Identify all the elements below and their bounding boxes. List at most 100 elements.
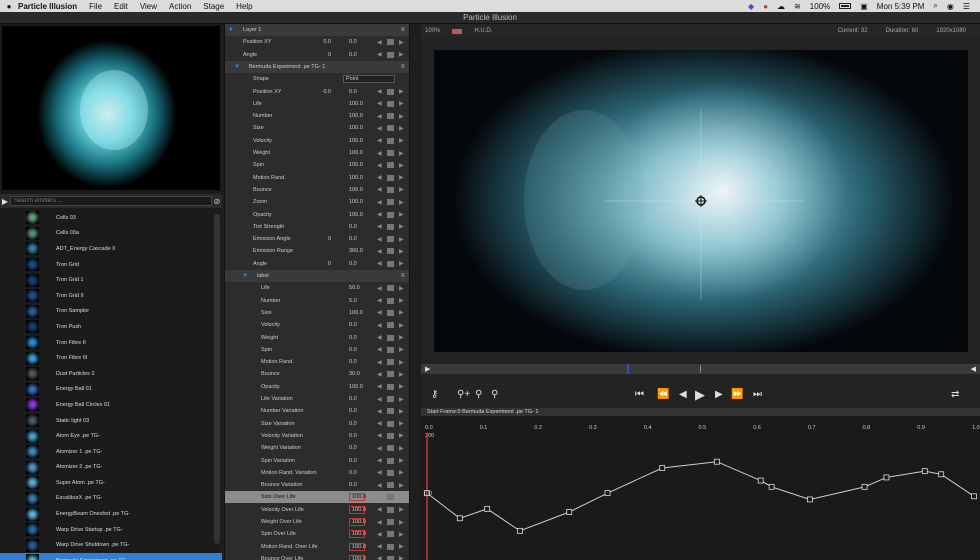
keyframe-button[interactable] xyxy=(387,236,394,243)
keyframe-button[interactable] xyxy=(387,346,394,353)
shield-icon[interactable]: ◆ xyxy=(748,2,754,11)
property-value[interactable]: 0.0 xyxy=(349,470,365,476)
graph-keyframe[interactable] xyxy=(714,458,720,465)
property-row[interactable]: Bounce Over Life 100.0 ◀ ▶ xyxy=(225,553,409,560)
keyframe-next-icon[interactable]: ▶ xyxy=(399,334,404,341)
property-value-1[interactable]: 0.0 xyxy=(315,39,331,45)
property-row[interactable]: Position XY 0.0 0.0 ◀ ▶ xyxy=(225,36,409,48)
property-value[interactable]: 50.0 xyxy=(349,285,365,291)
keyframe-next-icon[interactable]: ▶ xyxy=(399,51,404,58)
property-row[interactable]: Weight Over Life 100.0 ◀ ▶ xyxy=(225,516,409,528)
keyframe-next-icon[interactable]: ▶ xyxy=(399,457,404,464)
keyframe-button[interactable] xyxy=(387,285,394,292)
keyframe-button[interactable] xyxy=(387,39,394,46)
property-row[interactable]: Tint Strength 0.0 ◀ ▶ xyxy=(225,221,409,233)
library-item[interactable]: Static light 03 xyxy=(0,413,222,429)
cloud-icon[interactable]: ☁ xyxy=(777,2,785,11)
property-value[interactable]: 0.0 xyxy=(349,335,365,341)
property-row[interactable]: Emission Angle 0 0.0 ◀ ▶ xyxy=(225,233,409,245)
keyframe-button[interactable] xyxy=(387,555,394,560)
property-row[interactable]: Number Variation 0.0 ◀ ▶ xyxy=(225,405,409,417)
keyframe-button[interactable] xyxy=(387,482,394,489)
library-item[interactable]: Energy Ball 01 xyxy=(0,382,222,398)
keyframe-next-icon[interactable]: ▶ xyxy=(399,236,404,243)
keyframe-prev-icon[interactable]: ◀ xyxy=(377,309,382,316)
property-value[interactable]: 100.0 xyxy=(349,199,365,205)
property-row[interactable]: Weight 100.0 ◀ ▶ xyxy=(225,147,409,159)
remove-keyframe-icon[interactable]: ⚲ xyxy=(491,389,498,400)
keyframe-button[interactable] xyxy=(387,211,394,218)
step-back-icon[interactable]: ◀ xyxy=(679,389,687,400)
first-frame-icon[interactable]: ⏮ xyxy=(635,389,644,400)
graph-keyframe[interactable] xyxy=(456,515,463,522)
property-value[interactable]: 100.0 xyxy=(349,125,365,131)
property-row[interactable]: Spin 100.0 ◀ ▶ xyxy=(225,159,409,171)
playhead[interactable] xyxy=(627,364,629,374)
keyframe-prev-icon[interactable]: ◀ xyxy=(377,482,382,489)
keyframe-prev-icon[interactable]: ◀ xyxy=(377,174,382,181)
keyframe-prev-icon[interactable]: ◀ xyxy=(377,457,382,464)
user-icon[interactable]: ◉ xyxy=(947,2,954,11)
keyframe-next-icon[interactable]: ▶ xyxy=(399,322,404,329)
library-item[interactable]: Cells 03 xyxy=(0,210,222,226)
keyframe-prev-icon[interactable]: ◀ xyxy=(377,359,382,366)
menu-icon[interactable]: ≡ xyxy=(401,27,405,33)
menu-view[interactable]: View xyxy=(140,2,157,11)
menu-icon[interactable]: ≡ xyxy=(401,64,405,70)
property-value-1[interactable]: 0 xyxy=(315,236,331,242)
property-value[interactable]: 100.0 xyxy=(349,542,366,551)
keyframe-prev-icon[interactable]: ◀ xyxy=(377,371,382,378)
keyframe-button[interactable] xyxy=(387,260,394,267)
keyframe-button[interactable] xyxy=(387,543,394,550)
property-row[interactable]: Size 100.0 ◀ ▶ xyxy=(225,307,409,319)
keyframe-prev-icon[interactable]: ◀ xyxy=(377,137,382,144)
graph-keyframe[interactable] xyxy=(806,496,813,503)
property-value[interactable]: 100.0 xyxy=(349,505,366,514)
menu-help[interactable]: Help xyxy=(236,2,252,11)
library-item[interactable]: ExcaliburX .pe TG- xyxy=(0,491,222,507)
property-row[interactable]: Angle 0 0.0 ◀ ▶ xyxy=(225,258,409,270)
keyframe-button[interactable] xyxy=(387,408,394,415)
keyframe-next-icon[interactable]: ▶ xyxy=(399,408,404,415)
keyframe-icon[interactable]: ⚲ xyxy=(475,389,482,400)
shape-row[interactable]: Shape Point xyxy=(225,73,409,85)
keyframe-button[interactable] xyxy=(387,186,394,193)
keyframe-button[interactable] xyxy=(387,371,394,378)
keyframe-prev-icon[interactable]: ◀ xyxy=(377,162,382,169)
graph-keyframe[interactable] xyxy=(921,468,928,475)
section-header[interactable]: ▼ Bermuda Experiment .pe TG- 1 ≡ xyxy=(225,60,409,73)
property-value[interactable]: 0.0 xyxy=(349,52,365,58)
keyframe-button[interactable] xyxy=(387,457,394,464)
keyframe-next-icon[interactable]: ▶ xyxy=(399,396,404,403)
add-keyframe-icon[interactable]: ⚲+ xyxy=(457,389,470,400)
property-value[interactable]: 0.0 xyxy=(349,396,365,402)
keyframe-next-icon[interactable]: ▶ xyxy=(399,371,404,378)
menu-file[interactable]: File xyxy=(89,2,102,11)
lastpass-icon[interactable]: ● xyxy=(763,2,768,11)
property-value[interactable]: 0.0 xyxy=(349,236,365,242)
graph-keyframe[interactable] xyxy=(604,490,611,497)
keyframe-button[interactable] xyxy=(387,248,394,255)
keyframe-prev-icon[interactable]: ◀ xyxy=(377,383,382,390)
property-value[interactable]: 0.0 xyxy=(349,347,365,353)
keyframe-prev-icon[interactable]: ◀ xyxy=(377,322,382,329)
keyframe-next-icon[interactable]: ▶ xyxy=(399,383,404,390)
property-row[interactable]: Number 5.0 ◀ ▶ xyxy=(225,295,409,307)
graph-keyframe[interactable] xyxy=(566,509,573,515)
keyframe-prev-icon[interactable]: ◀ xyxy=(377,297,382,304)
property-row[interactable]: Motion Rand. 100.0 ◀ ▶ xyxy=(225,172,409,184)
timeline-scrubber[interactable]: ▶ ◀ xyxy=(421,364,980,374)
library-item[interactable]: Tron Push xyxy=(0,319,222,335)
property-row[interactable]: Motion Rand. Variation 0.0 ◀ ▶ xyxy=(225,467,409,479)
property-value[interactable]: 0.0 xyxy=(349,482,365,488)
keyframe-next-icon[interactable]: ▶ xyxy=(399,260,404,267)
keyframe-button[interactable] xyxy=(387,322,394,329)
keyframe-prev-icon[interactable]: ◀ xyxy=(377,199,382,206)
keyframe-next-icon[interactable]: ▶ xyxy=(399,346,404,353)
property-row[interactable]: Life Variation 0.0 ◀ ▶ xyxy=(225,393,409,405)
keyframe-prev-icon[interactable]: ◀ xyxy=(377,531,382,538)
keyframe-prev-icon[interactable]: ◀ xyxy=(377,260,382,267)
keyframe-button[interactable] xyxy=(387,297,394,304)
expand-triangle-icon[interactable]: ▼ xyxy=(242,273,248,279)
graph-curve[interactable] xyxy=(426,461,975,532)
